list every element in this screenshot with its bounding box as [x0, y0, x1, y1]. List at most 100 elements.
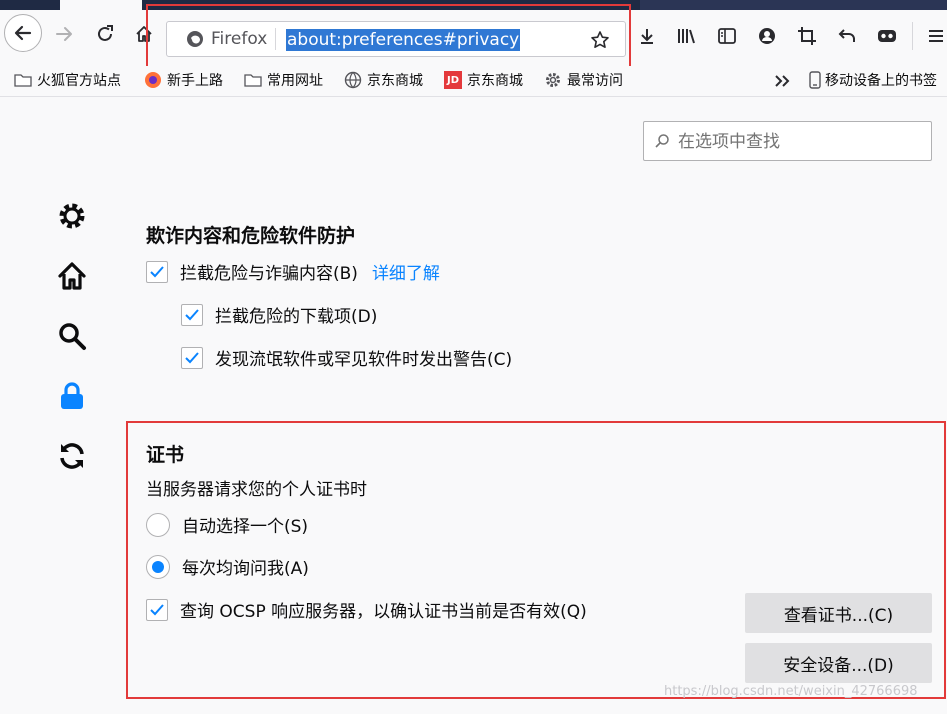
warn-unwanted-label: 发现流氓软件或罕见软件时发出警告(C) — [215, 350, 513, 370]
sync-icon — [60, 443, 84, 469]
block-dangerous-checkbox[interactable] — [146, 260, 168, 283]
bookmark-label: 火狐官方站点 — [37, 73, 121, 89]
security-devices-button[interactable]: 安全设备...(D) — [745, 643, 932, 683]
checkmark-icon — [150, 603, 164, 615]
ocsp-row[interactable]: 查询 OCSP 响应服务器，以确认证书当前是否有效(Q) — [146, 597, 587, 622]
gear-icon — [544, 71, 562, 89]
block-downloads-checkbox[interactable] — [181, 303, 203, 326]
category-sync[interactable] — [52, 436, 92, 476]
back-button[interactable] — [4, 14, 42, 52]
sidebar-button[interactable] — [715, 24, 739, 48]
tab-strip — [0, 0, 947, 10]
ask-every-time-label: 每次均询问我(A) — [182, 559, 309, 579]
hamburger-icon — [929, 30, 943, 42]
bookmarks-overflow-button[interactable] — [770, 69, 794, 93]
certificates-heading: 证书 — [146, 444, 185, 466]
watermark-text: https://blog.csdn.net/weixin_42766698 — [664, 684, 918, 699]
certificates-subtitle: 当服务器请求您的个人证书时 — [146, 480, 367, 500]
arrow-right-icon — [56, 27, 72, 41]
bookmarks-toolbar: 火狐官方站点 新手上路 常用网址 京东商城 JD 京东商城 最常访问 移动设备上… — [0, 66, 947, 97]
reload-icon — [98, 25, 113, 41]
radio-selected-dot — [152, 560, 164, 573]
download-icon — [641, 29, 653, 44]
reload-button[interactable] — [93, 22, 117, 46]
bookmark-item[interactable]: 新手上路 — [144, 70, 223, 90]
undo-icon — [838, 29, 855, 42]
search-icon — [654, 133, 670, 153]
mask-icon — [878, 30, 896, 42]
bookmark-label: 最常访问 — [567, 73, 623, 89]
account-icon — [759, 28, 775, 44]
bookmark-star-button[interactable] — [588, 28, 612, 52]
block-dangerous-row[interactable]: 拦截危险与诈骗内容(B) 详细了解 — [146, 259, 440, 284]
lock-icon — [61, 382, 83, 409]
forward-button[interactable] — [52, 22, 76, 46]
ask-every-time-radio[interactable] — [146, 554, 170, 579]
chevron-double-right-icon — [775, 75, 790, 87]
bookmark-item[interactable]: 常用网址 — [244, 70, 323, 90]
tab-strip-right — [640, 0, 947, 10]
identity-box[interactable]: Firefox — [185, 29, 267, 49]
auto-select-radio[interactable] — [146, 512, 170, 537]
bookmark-label: 移动设备上的书签 — [825, 73, 937, 89]
bookmark-item[interactable]: 最常访问 — [544, 70, 623, 90]
checkmark-icon — [185, 351, 199, 363]
ocsp-label: 查询 OCSP 响应服务器，以确认证书当前是否有效(Q) — [180, 602, 587, 622]
category-home[interactable] — [52, 256, 92, 296]
firefox-icon — [144, 71, 162, 89]
url-separator — [275, 28, 276, 50]
bookmark-item[interactable]: 京东商城 — [344, 70, 423, 90]
bookmark-item[interactable]: JD 京东商城 — [444, 70, 523, 90]
warn-unwanted-checkbox[interactable] — [181, 346, 203, 369]
menu-button[interactable] — [924, 24, 947, 48]
bookmark-item[interactable]: 移动设备上的书签 — [808, 70, 937, 90]
bookmark-label: 新手上路 — [167, 73, 223, 89]
undo-close-tab-button[interactable] — [835, 24, 859, 48]
home-icon — [136, 26, 152, 42]
url-text[interactable]: about:preferences#privacy — [286, 29, 521, 51]
search-input[interactable] — [676, 128, 925, 156]
library-icon — [678, 29, 695, 44]
ask-every-time-row[interactable]: 每次均询问我(A) — [146, 554, 309, 579]
preferences-content: 欺诈内容和危险软件防护 拦截危险与诈骗内容(B) 详细了解 拦截危险的下载项(D… — [0, 97, 947, 714]
magnifier-icon — [59, 323, 86, 350]
preferences-search[interactable] — [643, 121, 932, 161]
toolbar-separator — [912, 22, 913, 50]
globe-icon — [344, 71, 362, 89]
category-general[interactable] — [52, 196, 92, 236]
library-button[interactable] — [675, 24, 699, 48]
category-search[interactable] — [52, 316, 92, 356]
warn-unwanted-row[interactable]: 发现流氓软件或罕见软件时发出警告(C) — [181, 345, 512, 370]
sidebar-icon — [718, 28, 736, 44]
identity-label: Firefox — [211, 29, 268, 49]
learn-more-link[interactable]: 详细了解 — [372, 259, 440, 284]
bookmark-label: 京东商城 — [367, 73, 423, 89]
crop-icon — [798, 27, 816, 45]
extension-button[interactable] — [875, 24, 899, 48]
category-privacy[interactable] — [52, 376, 92, 416]
active-tab[interactable] — [60, 0, 142, 10]
bookmark-item[interactable]: 火狐官方站点 — [14, 70, 121, 90]
block-downloads-row[interactable]: 拦截危险的下载项(D) — [181, 302, 377, 327]
mobile-icon — [808, 71, 822, 89]
downloads-button[interactable] — [635, 24, 659, 48]
view-certificates-button[interactable]: 查看证书...(C) — [745, 593, 932, 633]
home-button[interactable] — [132, 22, 156, 46]
auto-select-label: 自动选择一个(S) — [182, 517, 309, 537]
star-icon — [591, 31, 609, 48]
folder-icon — [14, 71, 32, 89]
bookmark-label: 常用网址 — [267, 73, 323, 89]
home-icon — [58, 262, 86, 290]
account-button[interactable] — [755, 24, 779, 48]
checkmark-icon — [150, 265, 164, 277]
auto-select-row[interactable]: 自动选择一个(S) — [146, 512, 308, 537]
block-dangerous-label: 拦截危险与诈骗内容(B) — [180, 264, 358, 284]
screenshot-button[interactable] — [795, 24, 819, 48]
ocsp-checkbox[interactable] — [146, 598, 168, 621]
checkmark-icon — [185, 308, 199, 320]
arrow-left-icon — [14, 25, 32, 41]
gear-icon — [59, 203, 85, 229]
jd-icon: JD — [444, 71, 462, 89]
firefox-icon — [187, 31, 203, 47]
url-bar[interactable]: Firefox about:preferences#privacy — [166, 21, 626, 57]
